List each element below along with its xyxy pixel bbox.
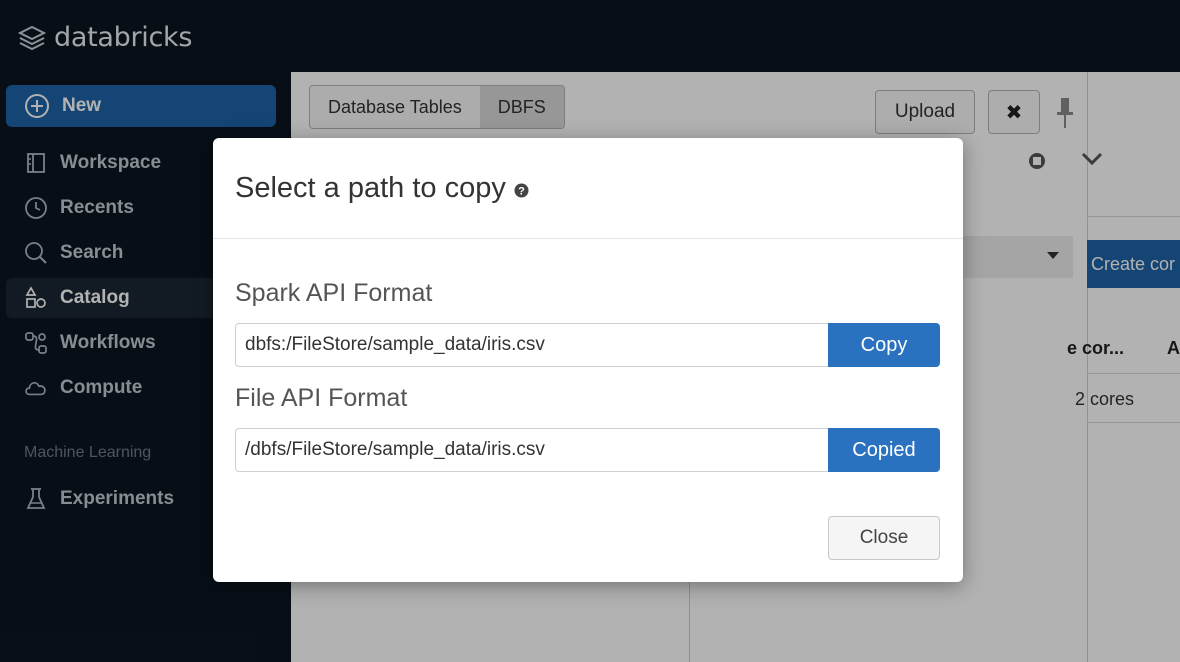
copy-path-dialog: Select a path to copy ? Spark API Format… (213, 138, 963, 582)
dialog-title: Select a path to copy ? (235, 172, 529, 205)
copy-spark-path-button[interactable]: Copy (828, 323, 940, 367)
help-icon[interactable]: ? (514, 183, 529, 198)
spark-api-label: Spark API Format (235, 279, 433, 307)
dialog-title-text: Select a path to copy (235, 172, 506, 204)
file-api-label: File API Format (235, 384, 408, 412)
dialog-divider (213, 238, 963, 239)
copy-file-path-button[interactable]: Copied (828, 428, 940, 472)
svg-text:?: ? (518, 186, 525, 198)
close-dialog-button[interactable]: Close (828, 516, 940, 560)
file-path-field[interactable]: /dbfs/FileStore/sample_data/iris.csv (235, 428, 837, 472)
spark-path-field[interactable]: dbfs:/FileStore/sample_data/iris.csv (235, 323, 837, 367)
